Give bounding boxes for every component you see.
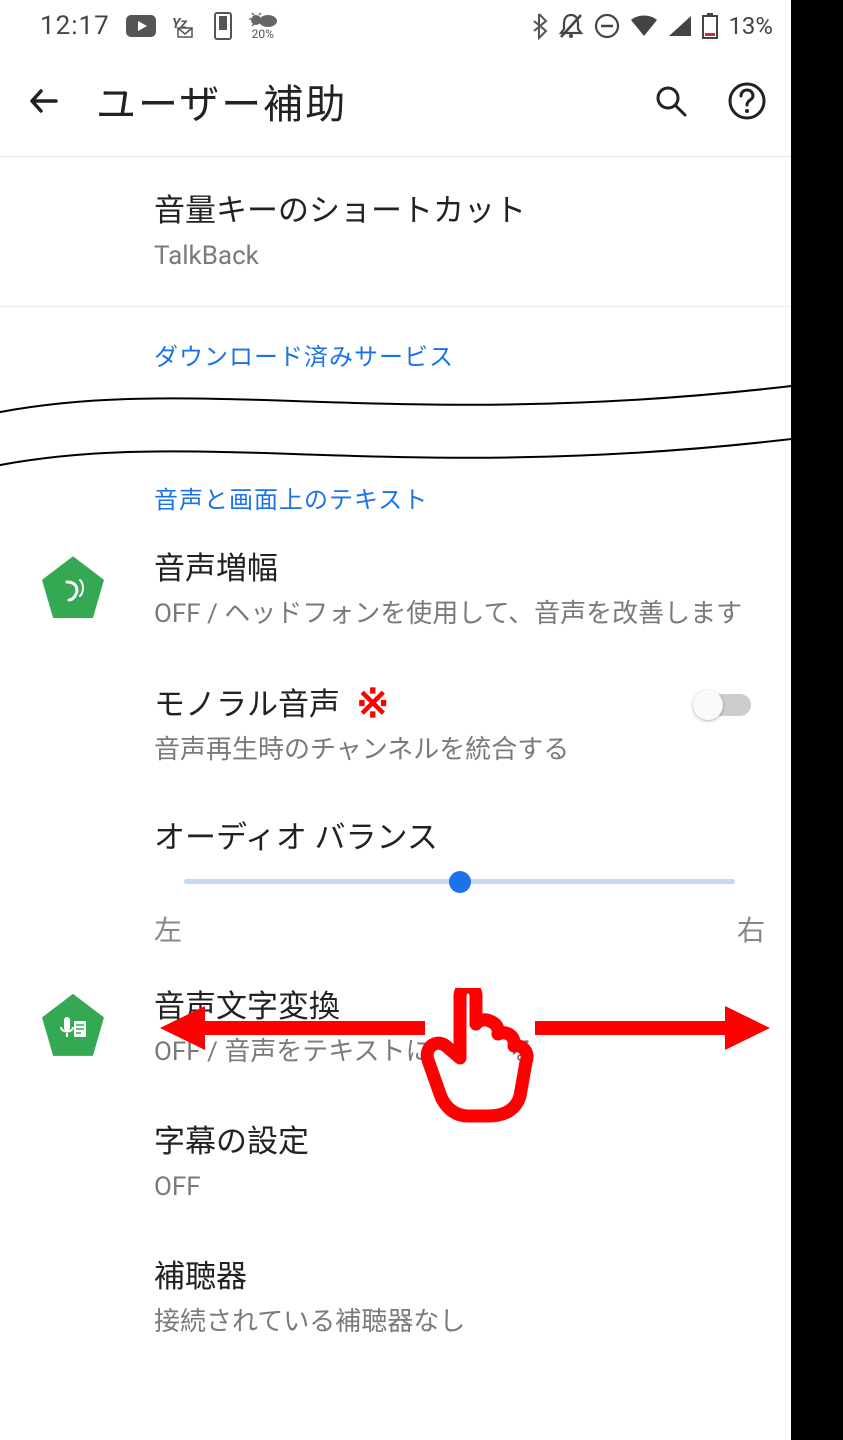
- bell-off-icon: [558, 12, 584, 40]
- item-captions[interactable]: 字幕の設定 OFF: [0, 1094, 791, 1229]
- item-title: 音声増幅: [154, 543, 765, 588]
- screen-border: [791, 0, 843, 1440]
- dnd-icon: [594, 13, 620, 39]
- help-icon: [727, 81, 767, 121]
- help-button[interactable]: [723, 77, 771, 125]
- mono-audio-toggle[interactable]: [693, 687, 757, 723]
- item-title: オーディオ バランス: [154, 812, 765, 857]
- youtube-icon: [126, 15, 156, 37]
- search-icon: [653, 83, 689, 119]
- item-title: 音声文字変換: [154, 981, 765, 1026]
- item-sub: 音声再生時のチャンネルを統合する: [154, 730, 671, 770]
- battery-pct: 13%: [728, 12, 773, 40]
- page-title: ユーザー補助: [96, 72, 619, 130]
- status-bar: 12:17 Yz 20%: [0, 0, 791, 50]
- content-break-annotation: [0, 378, 791, 478]
- item-title: 音量キーのショートカット: [154, 185, 765, 230]
- slider-label-right: 右: [737, 909, 765, 949]
- weather-icon: 20%: [248, 12, 278, 40]
- phone-icon: [214, 12, 232, 40]
- weather-pct: 20%: [252, 28, 274, 40]
- mail-icon: Yz: [172, 14, 198, 38]
- item-sub: TalkBack: [154, 236, 765, 276]
- back-button[interactable]: [20, 77, 68, 125]
- item-sub: OFF: [154, 1167, 765, 1207]
- item-title: モノラル音声: [154, 679, 340, 724]
- section-downloaded-services: ダウンロード済みサービス: [0, 307, 791, 378]
- item-mono-audio[interactable]: モノラル音声 ※ 音声再生時のチャンネルを統合する: [0, 657, 791, 792]
- item-title: 補聴器: [154, 1251, 765, 1296]
- reference-mark-annotation: ※: [356, 684, 390, 724]
- battery-icon: [702, 13, 718, 39]
- item-audio-balance: オーディオ バランス 左 右: [0, 792, 791, 959]
- status-time: 12:17: [40, 11, 110, 41]
- item-volume-shortcut[interactable]: 音量キーのショートカット TalkBack: [0, 157, 791, 307]
- signal-icon: [668, 15, 692, 37]
- item-sub: 接続されている補聴器なし: [154, 1302, 765, 1342]
- item-hearing-aids[interactable]: 補聴器 接続されている補聴器なし: [0, 1229, 791, 1346]
- slider-label-left: 左: [154, 909, 182, 949]
- audio-balance-slider[interactable]: [184, 867, 735, 897]
- item-title: 字幕の設定: [154, 1116, 765, 1161]
- item-live-transcribe[interactable]: 音声文字変換 OFF / 音声をテキストに変換する: [0, 959, 791, 1094]
- ear-icon: [42, 556, 104, 618]
- transcribe-icon: [42, 994, 104, 1056]
- item-sub: OFF / 音声をテキストに変換する: [154, 1032, 765, 1072]
- app-bar: ユーザー補助: [0, 50, 791, 157]
- item-sound-amplifier[interactable]: 音声増幅 OFF / ヘッドフォンを使用して、音声を改善します: [0, 521, 791, 656]
- bluetooth-icon: [530, 12, 548, 40]
- wifi-icon: [630, 15, 658, 37]
- item-sub: OFF / ヘッドフォンを使用して、音声を改善します: [154, 594, 765, 634]
- arrow-left-icon: [26, 83, 62, 119]
- search-button[interactable]: [647, 77, 695, 125]
